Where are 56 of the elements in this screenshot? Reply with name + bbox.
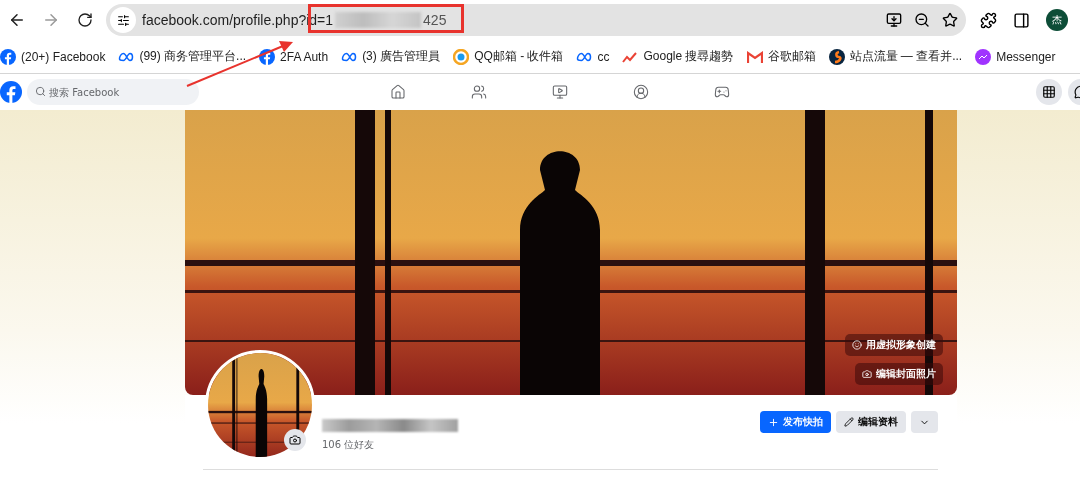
groups-tab[interactable] [631,82,651,102]
s-circle-icon [828,48,845,65]
action-button[interactable]: 发布快拍 [760,411,831,433]
pencil-icon [844,417,854,427]
cover-button[interactable]: 用虚拟形象创建 [845,334,943,356]
facebook-logo-icon [259,48,276,65]
site-settings-button[interactable] [110,7,136,33]
home-icon [390,84,406,100]
people-icon [471,84,487,100]
smiley-icon [852,340,862,350]
bookmark[interactable]: 2FA Auth [259,48,329,65]
sliders-icon [116,13,130,27]
video-tab[interactable] [550,82,570,102]
puzzle-icon[interactable] [980,11,997,29]
action-button[interactable]: 编辑资料 [836,411,906,433]
home-tab[interactable] [388,82,408,102]
bookmark[interactable]: 谷歌邮箱 [746,48,816,65]
menu-grid-button[interactable] [1036,79,1062,105]
camera-button[interactable] [284,429,306,451]
bookmark[interactable]: Google 搜尋趨勢 [622,48,734,65]
messenger-icon [975,48,992,65]
bookmark[interactable]: Messenger [975,48,1056,65]
grid-icon [1042,85,1056,99]
trend-line-icon [622,50,639,63]
side-panel-icon[interactable] [1013,11,1030,29]
url-text: 425 [423,12,447,28]
profile-avatar[interactable]: 杰 [1046,9,1068,31]
bookmark[interactable]: (3) 廣告管理員 [341,48,441,65]
zoom-out-icon[interactable] [914,12,930,28]
infinity-icon [341,51,358,62]
search-field[interactable]: 搜索 Facebook [27,79,199,105]
bookmark[interactable]: (20+) Facebook [0,48,106,65]
friends-count: 106 位好友 [322,438,376,452]
friends-tab[interactable] [469,82,489,102]
plus-icon [768,416,779,428]
install-app-icon[interactable] [886,12,902,28]
bookmark[interactable]: (99) 商务管理平台... [118,48,247,65]
cover-button[interactable]: 编辑封面照片 [855,363,943,385]
user-circle-icon [633,84,649,100]
camera-icon [862,369,872,379]
mail-m-icon [746,50,763,63]
infinity-icon [576,51,593,62]
star-icon[interactable] [942,12,958,28]
facebook-logo-icon [0,81,22,103]
bookmark[interactable]: 站点流量 — 查看并... [828,48,963,65]
bookmark[interactable]: QQ邮箱 - 收件箱 [453,48,564,65]
forward-arrow-icon [42,11,60,29]
reload-icon [77,12,93,28]
video-icon [552,84,568,100]
bookmark[interactable]: cc [576,49,610,64]
infinity-icon [118,51,135,62]
search-icon [35,86,46,97]
facebook-logo-icon [0,48,16,65]
gamepad-icon [714,84,730,100]
camera-icon [289,434,301,446]
qq-mail-icon [453,48,470,65]
